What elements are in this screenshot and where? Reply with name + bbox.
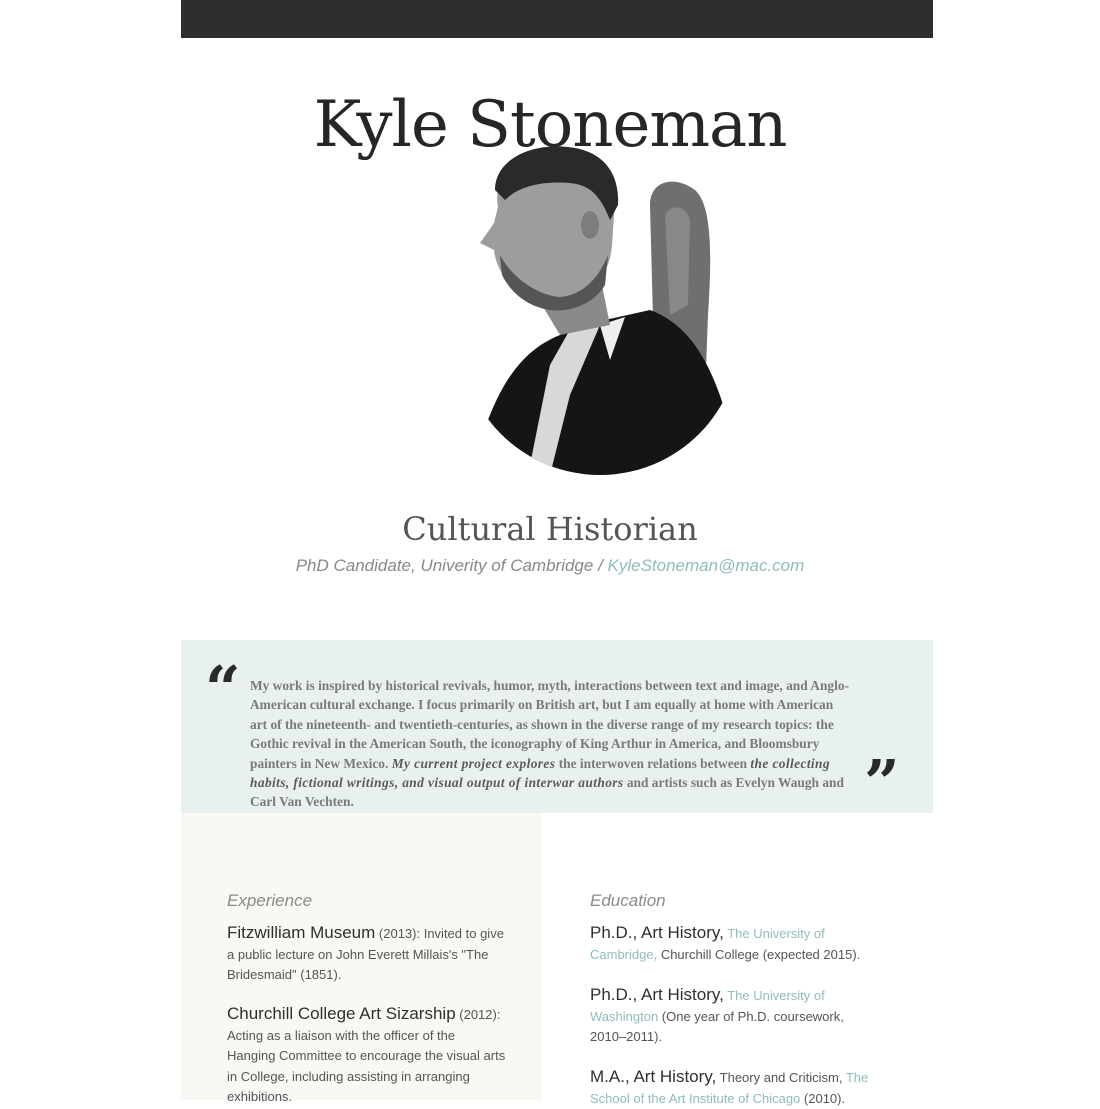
close-quote-icon: ” [864, 746, 900, 819]
quote-text: My work is inspired by historical reviva… [250, 676, 852, 812]
entry-title: M.A., Art History, [590, 1067, 717, 1086]
affiliation-text: PhD Candidate, Univerity of Cambridge / [295, 556, 608, 575]
page: Kyle Stoneman Cultural Historian PhD Can… [0, 0, 1100, 1106]
top-bar [181, 0, 933, 38]
entry-detail: Churchill College (expected 2015). [657, 946, 861, 962]
education-entry: Ph.D., Art History, The University of Ca… [590, 923, 880, 965]
education-entry: M.A., Art History, Theory and Criticism,… [590, 1067, 880, 1109]
entry-detail: (2010). [800, 1090, 846, 1106]
experience-entry: Fitzwilliam Museum (2013): Invited to gi… [227, 923, 507, 986]
entry-title: Fitzwilliam Museum [227, 923, 376, 942]
open-quote-icon: “ [205, 652, 241, 725]
education-entry: Ph.D., Art History, The University of Wa… [590, 985, 880, 1048]
experience-heading: Experience [227, 891, 313, 910]
education-heading: Education [590, 891, 666, 910]
experience-section: Experience Fitzwilliam Museum (2013): In… [181, 813, 542, 1104]
email-link[interactable]: KyleStoneman@mac.com [608, 556, 805, 575]
role-title: Cultural Historian [402, 510, 698, 548]
quote-text-part: the interwoven relations between [555, 755, 751, 771]
quote-text-emphasis: My current project explores [391, 755, 556, 771]
entry-detail: Theory and Criticism, [716, 1070, 846, 1085]
education-section: Education Ph.D., Art History, The Univer… [542, 813, 933, 1106]
entry-title: Ph.D., Art History, [590, 985, 724, 1004]
entry-title: Churchill College Art Sizarship [227, 1004, 456, 1023]
entry-title: Ph.D., Art History, [590, 923, 724, 942]
quote-band: “ My work is inspired by historical revi… [181, 640, 933, 819]
portrait-image [470, 146, 740, 475]
experience-entry: Churchill College Art Sizarship (2012): … [227, 1004, 507, 1108]
subtitle-line: PhD Candidate, Univerity of Cambridge / … [0, 556, 1100, 576]
